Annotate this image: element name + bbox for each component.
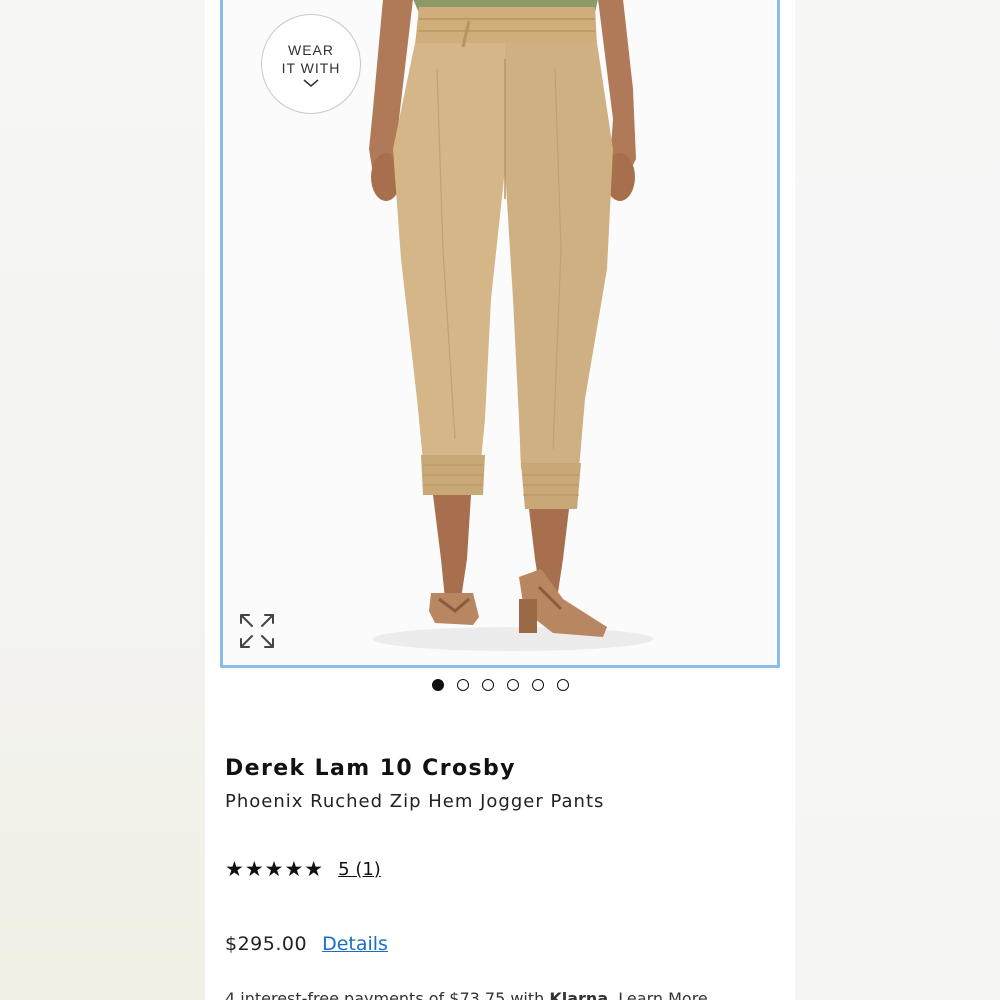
pagination-dot[interactable] [531, 679, 544, 691]
wear-it-with-button[interactable]: WEAR IT WITH [261, 14, 361, 114]
product-page: WEAR IT WITH Derek Lam 10 Crosby Phoenix… [205, 0, 795, 1000]
product-brand[interactable]: Derek Lam 10 Crosby [225, 756, 516, 781]
chevron-down-icon [303, 79, 319, 87]
pagination-dot[interactable] [556, 679, 569, 691]
installments-text: 4 interest-free payments of $73.75 with … [225, 989, 708, 1000]
learn-more-link[interactable]: Learn More [618, 989, 707, 1000]
background-right [795, 0, 1000, 1000]
installments-suffix: . [608, 989, 619, 1000]
price-row: $295.00 Details [225, 933, 388, 955]
rating-row: ★★★★★ 5 (1) [225, 857, 381, 881]
details-link[interactable]: Details [322, 933, 388, 955]
pagination-dot[interactable] [506, 679, 519, 691]
pagination-dot[interactable] [481, 679, 494, 691]
klarna-label: Klarna [549, 989, 609, 1000]
wear-it-with-label-line2: IT WITH [281, 60, 341, 76]
product-image-frame[interactable]: WEAR IT WITH [220, 0, 780, 668]
background-left [0, 0, 205, 1000]
wear-it-with-label-line1: WEAR [288, 42, 334, 58]
image-pagination [205, 679, 795, 699]
product-name: Phoenix Ruched Zip Hem Jogger Pants [225, 791, 605, 812]
installments-prefix: 4 interest-free payments of $73.75 with [225, 989, 550, 1000]
star-rating-icon: ★★★★★ [225, 857, 325, 881]
expand-icon[interactable] [238, 612, 276, 650]
reviews-link[interactable]: 5 (1) [338, 859, 381, 880]
product-price: $295.00 [225, 933, 308, 955]
pagination-dot[interactable] [456, 679, 469, 691]
pagination-dot[interactable] [431, 679, 444, 691]
